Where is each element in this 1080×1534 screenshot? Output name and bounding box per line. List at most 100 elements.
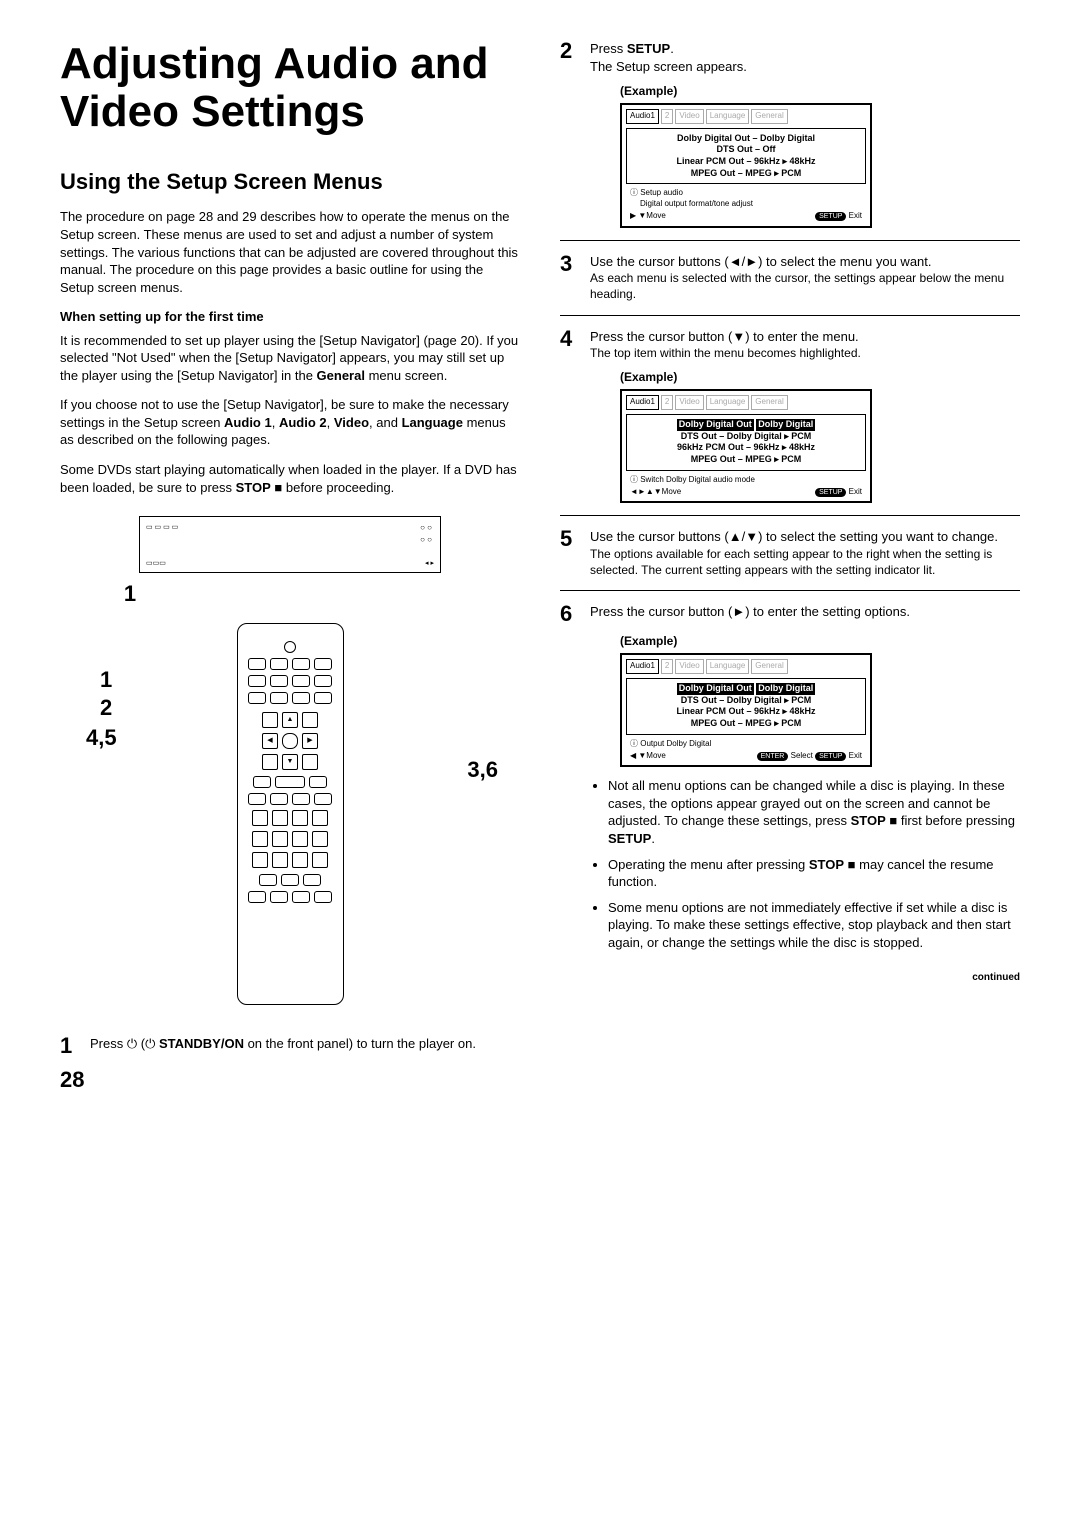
osd-foot-text: Exit (849, 487, 862, 496)
osd-tab: 2 (661, 659, 673, 673)
osd-tab: Video (675, 659, 703, 673)
step-3-subtext: As each menu is selected with the cursor… (590, 270, 1020, 302)
osd-tab: 2 (661, 109, 673, 123)
step-2-text: Press SETUP. (590, 40, 1020, 58)
text-span: Operating the menu after pressing (608, 857, 809, 872)
osd-tab: Language (706, 109, 750, 123)
note-item: Operating the menu after pressing STOP ■… (608, 856, 1020, 891)
osd-highlight: Dolby Digital (756, 419, 815, 431)
callout-36-remote: 3,6 (467, 755, 498, 785)
divider (560, 515, 1020, 516)
bold-text: STANDBY/ON (159, 1036, 244, 1051)
osd-tab: Audio1 (626, 109, 659, 123)
osd-tab: General (751, 395, 787, 409)
first-time-p1: It is recommended to set up player using… (60, 332, 520, 385)
osd-tab: General (751, 659, 787, 673)
section-heading: Using the Setup Screen Menus (60, 167, 520, 197)
osd-info: ⓘ Output Dolby Digital (626, 739, 866, 749)
step-6-number: 6 (560, 603, 578, 625)
osd-line: Linear PCM Out – 96kHz ▸ 48kHz (631, 156, 861, 168)
step-6-text: Press the cursor button (►) to enter the… (590, 603, 1020, 621)
step-4-text: Press the cursor button (▼) to enter the… (590, 328, 1020, 346)
bold-text: General (317, 368, 365, 383)
text-span: , (327, 415, 334, 430)
note-item: Not all menu options can be changed whil… (608, 777, 1020, 847)
first-time-p2: If you choose not to use the [Setup Navi… (60, 396, 520, 449)
osd-nav-icon: ◀ ▼Move (630, 751, 666, 761)
osd-highlight: Dolby Digital Out (677, 683, 754, 695)
osd-line: MPEG Out – MPEG ▸ PCM (631, 718, 861, 730)
step-1-number: 1 (60, 1035, 78, 1057)
bold-text: Language (402, 415, 463, 430)
osd-line-hl: Dolby Digital Out Dolby Digital (631, 683, 861, 695)
osd-tab: Language (706, 395, 750, 409)
text-span: . (670, 41, 674, 56)
osd-foot-text: Select (791, 751, 813, 760)
osd-screenshot-3: Audio1 2 Video Language General Dolby Di… (620, 653, 872, 767)
text-span: ■ first before pressing (886, 813, 1015, 828)
step-4-subtext: The top item within the menu becomes hig… (590, 345, 1020, 361)
osd-screenshot-2: Audio1 2 Video Language General Dolby Di… (620, 389, 872, 503)
text-span: , and (369, 415, 402, 430)
osd-pill: SETUP (815, 212, 846, 221)
step-4-number: 4 (560, 328, 578, 362)
osd-line: MPEG Out – MPEG ▸ PCM (631, 454, 861, 466)
example-label-3: (Example) (620, 633, 1020, 649)
bold-text: STOP (236, 480, 271, 495)
osd-info: ⓘ Switch Dolby Digital audio mode (626, 475, 866, 485)
osd-info: Digital output format/tone adjust (626, 199, 866, 209)
osd-tab: Language (706, 659, 750, 673)
text-span: on the front panel) to turn the player o… (244, 1036, 476, 1051)
step-2-subtext: The Setup screen appears. (590, 58, 1020, 76)
callout-1-player: 1 (0, 579, 360, 609)
osd-screenshot-1: Audio1 2 Video Language General Dolby Di… (620, 103, 872, 227)
osd-nav-icon: ▶ ▼Move (630, 211, 666, 221)
example-label-2: (Example) (620, 369, 1020, 385)
text-span: Press (590, 41, 627, 56)
osd-pill: ENTER (757, 752, 789, 761)
remote-diagram: 1 2 4,5 3,6 ▲ ◀ ▶ (130, 623, 450, 1005)
osd-line: Linear PCM Out – 96kHz ▸ 48kHz (631, 706, 861, 718)
step-5-text: Use the cursor buttons (▲/▼) to select t… (590, 528, 1020, 546)
step-3-text: Use the cursor buttons (◄/►) to select t… (590, 253, 1020, 271)
divider (560, 315, 1020, 316)
osd-pill: SETUP (815, 488, 846, 497)
intro-paragraph: The procedure on page 28 and 29 describe… (60, 208, 520, 296)
page-title: Adjusting Audio and Video Settings (60, 40, 520, 137)
osd-tab: General (751, 109, 787, 123)
osd-tab: Video (675, 395, 703, 409)
nav-arrows: ◄►▲▼ (630, 487, 662, 496)
osd-line: DTS Out – Off (631, 144, 861, 156)
step-3-number: 3 (560, 253, 578, 303)
bold-text: Audio 1 (224, 415, 272, 430)
step-5-number: 5 (560, 528, 578, 578)
osd-line-hl: Dolby Digital Out Dolby Digital (631, 419, 861, 431)
divider (560, 240, 1020, 241)
osd-foot-text: Move (646, 751, 666, 760)
osd-foot-text: Move (646, 211, 666, 220)
step-1-text: Press ⏻ (⏻ STANDBY/ON on the front panel… (90, 1035, 520, 1057)
note-item: Some menu options are not immediately ef… (608, 899, 1020, 952)
osd-line: DTS Out – Dolby Digital ▸ PCM (631, 695, 861, 707)
player-diagram: ▭ ▭ ▭ ▭ ○ ○ ○ ○ ▭▭▭ ◂ ▸ 1 (60, 516, 520, 603)
osd-highlight: Dolby Digital (756, 683, 815, 695)
osd-line: 96kHz PCM Out – 96kHz ▸ 48kHz (631, 442, 861, 454)
page-number: 28 (60, 1065, 520, 1095)
callout-2-remote: 2 (100, 693, 112, 723)
osd-foot-text: Exit (849, 211, 862, 220)
osd-tab: 2 (661, 395, 673, 409)
step-2-number: 2 (560, 40, 578, 75)
osd-line: Dolby Digital Out – Dolby Digital (631, 133, 861, 145)
example-label-1: (Example) (620, 83, 1020, 99)
callout-45-remote: 4,5 (86, 723, 117, 753)
text-span: . (651, 831, 655, 846)
notes-list: Not all menu options can be changed whil… (592, 777, 1020, 951)
osd-tab: Video (675, 109, 703, 123)
osd-info: ⓘ Setup audio (626, 188, 866, 198)
bold-text: Video (334, 415, 369, 430)
text-span: menu screen. (365, 368, 447, 383)
osd-foot-text: Move (662, 487, 682, 496)
text-span: ■ before proceeding. (271, 480, 395, 495)
bold-text: STOP (809, 857, 844, 872)
text-span: , (272, 415, 279, 430)
